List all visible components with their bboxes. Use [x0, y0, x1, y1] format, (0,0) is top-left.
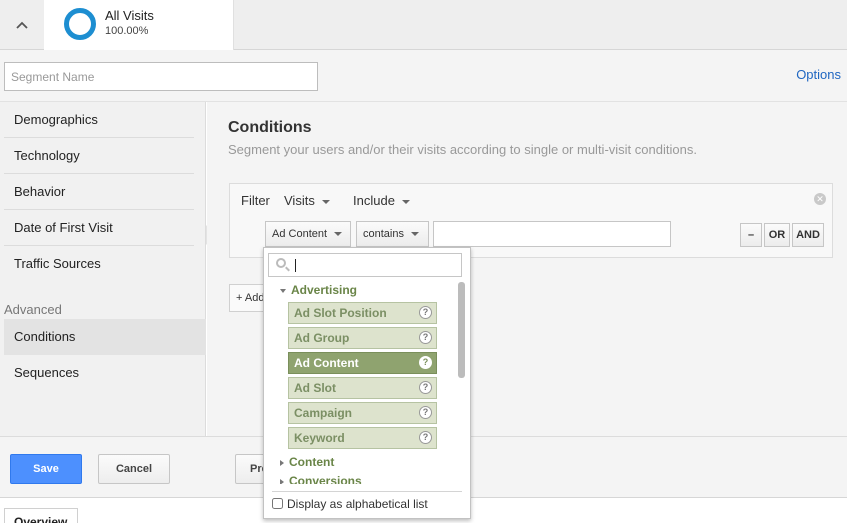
tab-overview[interactable]: Overview — [4, 508, 78, 523]
cancel-button[interactable]: Cancel — [98, 454, 170, 484]
expanded-triangle-icon — [280, 288, 286, 293]
text-cursor — [295, 259, 296, 272]
group-content[interactable]: Content — [280, 455, 334, 469]
nav-item-behavior[interactable]: Behavior — [4, 174, 194, 210]
help-icon[interactable]: ? — [419, 306, 432, 319]
group-label: Advertising — [291, 283, 358, 297]
filter-label: Filter — [241, 193, 270, 208]
scope-value: Visits — [284, 193, 315, 208]
segment-name-input[interactable] — [4, 62, 318, 91]
option-label: Campaign — [294, 406, 353, 420]
segment-card-all-visits[interactable]: All Visits 100.00% — [44, 0, 234, 50]
group-label: Content — [289, 455, 335, 469]
scope-dropdown[interactable]: Visits — [284, 193, 330, 208]
include-value: Include — [353, 193, 395, 208]
nav-item-date-of-first-visit[interactable]: Date of First Visit — [4, 210, 194, 246]
search-icon — [276, 258, 286, 268]
dimension-value: Ad Content — [272, 228, 328, 240]
caret-down-icon — [321, 199, 330, 204]
segment-bar: All Visits 100.00% — [0, 0, 847, 50]
dimension-option-ad-content[interactable]: Ad Content? — [288, 352, 437, 374]
option-label: Ad Slot Position — [294, 306, 387, 320]
nav-item-technology[interactable]: Technology — [4, 138, 194, 174]
chevron-up-icon — [16, 21, 28, 29]
help-icon[interactable]: ? — [419, 356, 432, 369]
option-label: Ad Group — [294, 331, 350, 345]
alphabetical-list-toggle[interactable]: Display as alphabetical list — [272, 497, 428, 511]
segment-percent: 100.00% — [105, 25, 149, 37]
remove-filter-icon[interactable]: ✕ — [814, 193, 826, 205]
caret-down-icon — [410, 232, 419, 237]
dimension-select[interactable]: Ad Content — [265, 221, 351, 247]
dimension-option-keyword[interactable]: Keyword? — [288, 427, 437, 449]
collapsed-triangle-icon — [280, 459, 284, 466]
alphabetical-checkbox[interactable] — [272, 498, 283, 509]
operator-select[interactable]: contains — [356, 221, 429, 247]
page-title: Conditions — [228, 119, 312, 136]
group-conversions[interactable]: Conversions — [280, 474, 362, 484]
alphabetical-label: Display as alphabetical list — [287, 497, 428, 511]
caret-down-icon — [334, 232, 343, 237]
nav-item-demographics[interactable]: Demographics — [4, 102, 194, 138]
help-icon[interactable]: ? — [419, 406, 432, 419]
dimension-option-ad-slot-position[interactable]: Ad Slot Position? — [288, 302, 437, 324]
caret-down-icon — [401, 199, 410, 204]
nav-item-sequences[interactable]: Sequences — [4, 355, 194, 391]
option-label: Ad Content — [294, 356, 359, 370]
include-dropdown[interactable]: Include — [353, 193, 410, 208]
match-value-input[interactable] — [433, 221, 671, 247]
nav-section-advanced: Advanced — [4, 302, 62, 317]
dimension-search-input[interactable] — [268, 253, 462, 277]
remove-condition-button[interactable]: – — [740, 223, 762, 247]
help-icon[interactable]: ? — [419, 431, 432, 444]
segment-name: All Visits — [105, 8, 154, 23]
help-icon[interactable]: ? — [419, 331, 432, 344]
option-label: Keyword — [294, 431, 345, 445]
divider — [272, 491, 462, 492]
nav-item-conditions[interactable]: Conditions — [4, 319, 206, 355]
and-button[interactable]: AND — [792, 223, 824, 247]
options-link[interactable]: Options — [796, 67, 841, 82]
help-icon[interactable]: ? — [419, 381, 432, 394]
dropdown-scroll-thumb[interactable] — [458, 282, 465, 378]
save-button[interactable]: Save — [10, 454, 82, 484]
dimension-dropdown-menu: Advertising Ad Slot Position? Ad Group? … — [263, 247, 471, 519]
option-label: Ad Slot — [294, 381, 336, 395]
dimension-option-ad-slot[interactable]: Ad Slot? — [288, 377, 437, 399]
operator-value: contains — [363, 228, 404, 240]
group-advertising[interactable]: Advertising — [280, 283, 357, 297]
collapsed-triangle-icon — [280, 478, 284, 484]
page-subtitle: Segment your users and/or their visits a… — [228, 142, 697, 157]
donut-chart-icon — [64, 8, 96, 40]
segment-category-nav: Demographics Technology Behavior Date of… — [0, 102, 206, 436]
dimension-option-campaign[interactable]: Campaign? — [288, 402, 437, 424]
builder-header: Options — [0, 50, 847, 102]
collapse-button[interactable] — [0, 0, 44, 50]
or-button[interactable]: OR — [764, 223, 790, 247]
dimension-option-ad-group[interactable]: Ad Group? — [288, 327, 437, 349]
nav-item-traffic-sources[interactable]: Traffic Sources — [4, 246, 194, 282]
group-label: Conversions — [289, 474, 362, 484]
